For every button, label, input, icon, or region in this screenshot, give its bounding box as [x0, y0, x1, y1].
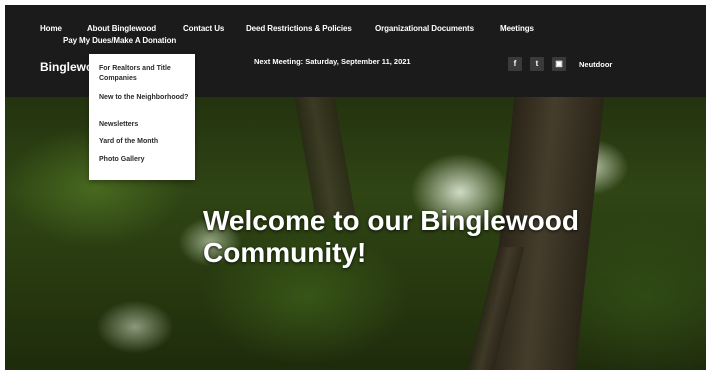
nav-item-organizational-documents[interactable]: Organizational Documents: [375, 24, 474, 33]
tree-trunk-left: [294, 97, 356, 217]
nav-item-meetings[interactable]: Meetings: [500, 24, 534, 33]
dropdown-item-photo-gallery[interactable]: Photo Gallery: [99, 155, 191, 165]
nav-item-pay-dues[interactable]: Pay My Dues/Make A Donation: [63, 36, 176, 45]
instagram-icon[interactable]: ▣: [552, 57, 566, 71]
page-frame: Home About Binglewood Contact Us Deed Re…: [5, 5, 706, 370]
nav-item-home[interactable]: Home: [40, 24, 62, 33]
dropdown-item-new-to-neighborhood[interactable]: New to the Neighborhood?: [99, 93, 191, 103]
hero-title: Welcome to our Binglewood Community!: [203, 205, 579, 268]
dropdown-item-yard-of-month[interactable]: Yard of the Month: [99, 137, 191, 147]
dropdown-item-realtors[interactable]: For Realtors and Title Companies: [99, 64, 191, 84]
nav-item-contact[interactable]: Contact Us: [183, 24, 224, 33]
main-nav: Home About Binglewood Contact Us Deed Re…: [5, 5, 706, 50]
instagram-glyph: ▣: [555, 59, 563, 68]
nav-item-deed-restrictions[interactable]: Deed Restrictions & Policies: [246, 24, 352, 33]
nav-item-about[interactable]: About Binglewood: [87, 24, 156, 33]
facebook-glyph: f: [513, 59, 517, 68]
twitter-icon[interactable]: t: [530, 57, 544, 71]
member-link[interactable]: Neutdoor: [579, 60, 612, 69]
twitter-glyph: t: [535, 59, 539, 68]
next-meeting-notice: Next Meeting: Saturday, September 11, 20…: [254, 57, 411, 66]
about-dropdown-menu: For Realtors and Title Companies New to …: [89, 54, 195, 180]
facebook-icon[interactable]: f: [508, 57, 522, 71]
dropdown-item-newsletters[interactable]: Newsletters: [99, 120, 191, 130]
